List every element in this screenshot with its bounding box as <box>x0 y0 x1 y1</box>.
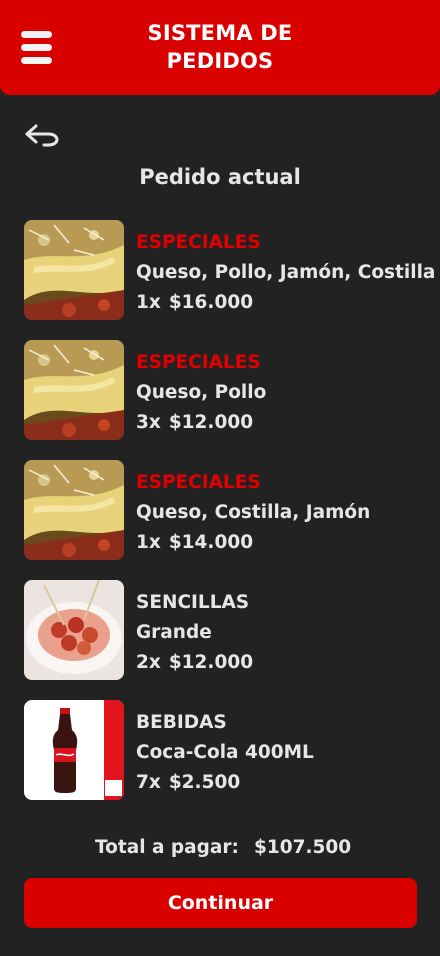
item-detail: Queso, Pollo <box>136 382 267 403</box>
item-quantity-price: 1x $14.000 <box>136 532 254 553</box>
app-header: SISTEMA DE PEDIDOS <box>0 0 440 95</box>
item-quantity-price: 1x $16.000 <box>136 292 254 313</box>
hamburger-menu-icon[interactable] <box>21 31 52 64</box>
salchipapa-especial-image <box>24 460 124 560</box>
salchipapa-sencilla-image <box>24 580 124 680</box>
item-detail: Queso, Pollo, Jamón, Costilla <box>136 262 436 283</box>
item-category: SENCILLAS <box>136 592 250 613</box>
salchipapa-especial-image <box>24 340 124 440</box>
item-category: BEBIDAS <box>136 712 227 733</box>
salchipapa-especial-image <box>24 220 124 320</box>
total-label: Total a pagar: <box>95 837 239 858</box>
item-detail: Queso, Costilla, Jamón <box>136 502 371 523</box>
item-detail: Grande <box>136 622 212 643</box>
item-category: ESPECIALES <box>136 352 261 373</box>
item-quantity-price: 2x $12.000 <box>136 652 254 673</box>
item-quantity-price: 7x $2.500 <box>136 772 241 793</box>
coca-cola-bottle-image <box>24 700 124 800</box>
item-category: ESPECIALES <box>136 232 261 253</box>
total-value: $107.500 <box>254 837 352 858</box>
back-arrow-icon[interactable] <box>22 120 62 150</box>
continue-button[interactable]: Continuar <box>24 878 417 928</box>
item-quantity-price: 3x $12.000 <box>136 412 254 433</box>
order-item[interactable]: BEBIDAS Coca-Cola 400ML 7x $2.500 <box>24 700 424 800</box>
order-item[interactable]: ESPECIALES Queso, Pollo, Jamón, Costilla… <box>24 220 435 320</box>
item-detail: Coca-Cola 400ML <box>136 742 314 763</box>
item-category: ESPECIALES <box>136 472 261 493</box>
app-title: SISTEMA DE PEDIDOS <box>147 21 293 73</box>
order-item[interactable]: ESPECIALES Queso, Costilla, Jamón 1x $14.… <box>24 460 424 560</box>
order-item[interactable]: SENCILLAS Grande 2x $12.000 <box>24 580 424 680</box>
page-title: Pedido actual <box>139 165 301 189</box>
order-item[interactable]: ESPECIALES Queso, Pollo 3x $12.000 <box>24 340 424 440</box>
